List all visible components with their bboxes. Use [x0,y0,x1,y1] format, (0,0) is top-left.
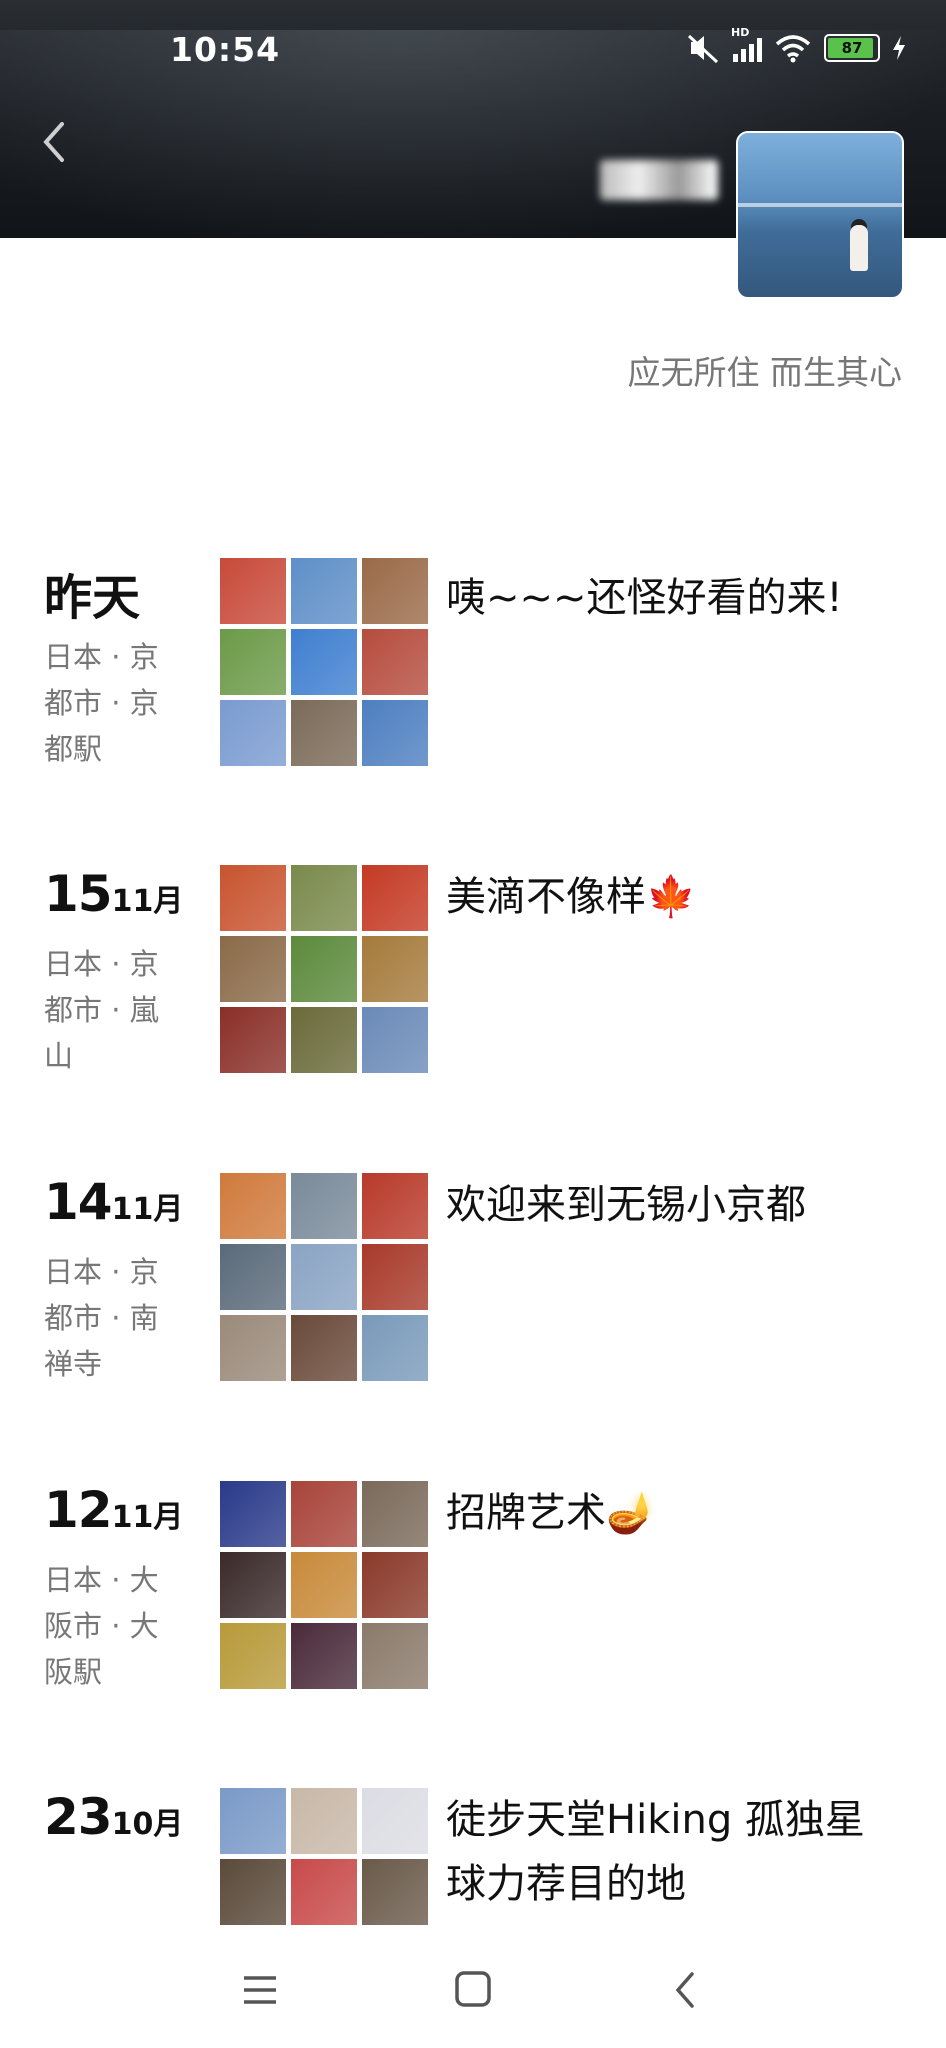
home-icon[interactable] [443,1970,503,2010]
post-caption: 徒步天堂Hiking 孤独星球力荐目的地 [446,1797,865,1907]
username-blurred [600,160,718,200]
photo-thumbnail[interactable] [362,1859,428,1925]
nav-back-icon[interactable] [656,1970,716,2010]
signal-icon: HD [731,26,762,62]
battery-icon: 87 [824,34,880,62]
menu-icon[interactable] [230,1970,290,2010]
photo-thumbnail[interactable] [291,1173,357,1239]
post-date: 1511月 [44,865,183,923]
photo-thumbnail[interactable] [220,1859,286,1925]
photo-grid[interactable] [220,1481,428,1689]
photo-thumbnail[interactable] [220,558,286,624]
photo-thumbnail[interactable] [362,558,428,624]
post-location: 日本 · 京都市 · 南禅寺 [44,1255,159,1381]
status-time: 10:54 [170,30,281,69]
photo-thumbnail[interactable] [220,1481,286,1547]
photo-thumbnail[interactable] [291,865,357,931]
charging-icon [893,36,905,60]
system-nav-bar [0,1930,946,2048]
avatar-sea-line [738,203,902,207]
photo-thumbnail[interactable] [220,865,286,931]
photo-thumbnail[interactable] [220,1007,286,1073]
photo-thumbnail[interactable] [291,700,357,766]
avatar-figure [850,225,868,271]
photo-thumbnail[interactable] [291,936,357,1002]
mute-icon [687,34,719,64]
back-icon[interactable] [36,120,76,164]
photo-thumbnail[interactable] [291,1244,357,1310]
photo-thumbnail[interactable] [220,1552,286,1618]
post-date: 1211月 [44,1481,183,1539]
photo-thumbnail[interactable] [291,1788,357,1854]
post-date: 昨天 [44,558,140,628]
photo-grid[interactable] [220,1173,428,1381]
post-date-day: 14 [44,1173,113,1231]
post-date-label: 昨天 [44,570,141,626]
photo-thumbnail[interactable] [362,1007,428,1073]
post-location: 日本 · 京都市 · 京都駅 [44,640,159,766]
moment-post[interactable]: 1511月 日本 · 京都市 · 嵐山 美滴不像样🍁 [0,865,946,1105]
post-location: 日本 · 大阪市 · 大阪駅 [44,1563,159,1689]
post-date-month: 11月 [111,1500,184,1535]
photo-thumbnail[interactable] [291,1481,357,1547]
profile-signature: 应无所住 而生其心 [627,353,903,392]
photo-thumbnail[interactable] [291,1552,357,1618]
moment-post[interactable]: 昨天 日本 · 京都市 · 京都駅 咦~~~还怪好看的来! [0,558,946,798]
photo-thumbnail[interactable] [362,1244,428,1310]
status-bar: 10:54 HD 87 [0,0,946,100]
wifi-icon [775,35,811,63]
post-date: 1411月 [44,1173,183,1231]
photo-thumbnail[interactable] [220,936,286,1002]
photo-thumbnail[interactable] [220,1315,286,1381]
photo-thumbnail[interactable] [362,1173,428,1239]
post-date-day: 12 [44,1481,113,1539]
photo-thumbnail[interactable] [220,1788,286,1854]
moment-post[interactable]: 1411月 日本 · 京都市 · 南禅寺 欢迎来到无锡小京都 [0,1173,946,1413]
photo-grid[interactable] [220,865,428,1073]
post-caption: 招牌艺术🪔 [446,1490,656,1536]
post-date-month: 11月 [111,1192,184,1227]
photo-thumbnail[interactable] [362,1481,428,1547]
photo-thumbnail[interactable] [220,700,286,766]
photo-thumbnail[interactable] [362,936,428,1002]
photo-thumbnail[interactable] [362,865,428,931]
photo-thumbnail[interactable] [220,1244,286,1310]
photo-thumbnail[interactable] [362,1552,428,1618]
post-date-month: 10月 [111,1807,184,1842]
post-caption: 咦~~~还怪好看的来! [446,575,843,621]
photo-thumbnail[interactable] [291,1859,357,1925]
photo-thumbnail[interactable] [291,1007,357,1073]
post-date-month: 11月 [111,884,184,919]
post-date: 2310月 [44,1788,183,1846]
photo-thumbnail[interactable] [362,1788,428,1854]
post-date-day: 23 [44,1788,113,1846]
photo-grid[interactable] [220,558,428,766]
photo-thumbnail[interactable] [362,1623,428,1689]
photo-thumbnail[interactable] [220,1173,286,1239]
photo-thumbnail[interactable] [362,629,428,695]
photo-thumbnail[interactable] [291,629,357,695]
network-type: HD [731,26,750,39]
post-location: 日本 · 京都市 · 嵐山 [44,947,159,1073]
photo-thumbnail[interactable] [291,558,357,624]
status-icons: HD 87 [687,26,906,64]
post-caption: 欢迎来到无锡小京都 [446,1182,806,1228]
photo-thumbnail[interactable] [291,1315,357,1381]
photo-thumbnail[interactable] [362,700,428,766]
photo-thumbnail[interactable] [362,1315,428,1381]
photo-thumbnail[interactable] [220,629,286,695]
battery-level: 87 [841,39,863,57]
avatar[interactable] [736,131,904,299]
photo-thumbnail[interactable] [220,1623,286,1689]
post-caption: 美滴不像样🍁 [446,874,696,920]
moment-post[interactable]: 1211月 日本 · 大阪市 · 大阪駅 招牌艺术🪔 [0,1481,946,1721]
post-date-day: 15 [44,865,113,923]
photo-thumbnail[interactable] [291,1623,357,1689]
